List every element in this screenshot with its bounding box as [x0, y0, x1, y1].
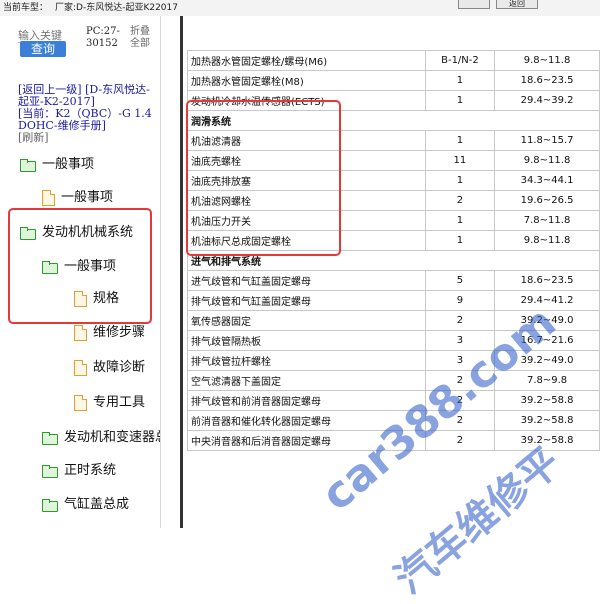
toolbar-button[interactable] — [458, 0, 490, 9]
table-row: 空气滤清器下盖固定 2 7.8~9.8 — [187, 370, 600, 391]
tree-item-label: 气缸盖总成 — [64, 497, 130, 512]
tree-item-general-doc[interactable]: 一般事项 — [42, 189, 113, 207]
torque-cell: 9.8~11.8 — [494, 50, 600, 71]
table-row: 加热器水管固定螺栓/螺母(M6) B-1/N-2 9.8~11.8 — [187, 50, 600, 71]
quantity-cell: 2 — [424, 310, 496, 331]
refresh-link[interactable]: [刷新] — [18, 131, 49, 144]
part-name-cell: 加热器水管固定螺栓/螺母(M6) — [187, 50, 426, 71]
quantity-cell: 5 — [424, 270, 496, 291]
quantity-cell: 2 — [424, 410, 496, 431]
highlight-box-sidebar — [8, 208, 152, 324]
torque-cell: 29.4~41.2 — [494, 290, 600, 311]
torque-cell: 16.7~21.6 — [494, 330, 600, 351]
top-bar: 当前车型： 厂家:D-东风悦达-起亚K22017 返回 — [0, 0, 600, 16]
model-label: 当前车型： — [3, 3, 49, 13]
document-icon — [74, 324, 87, 341]
tree-item-label: 正时系统 — [64, 463, 117, 478]
folder-icon — [42, 431, 58, 445]
tree-item-label: 发动机和变速器总成 — [64, 430, 160, 445]
pane-divider[interactable] — [180, 16, 183, 528]
torque-cell: 9.8~11.8 — [494, 150, 600, 171]
pc-code: PC:27-30152 — [86, 26, 120, 49]
quantity-cell: 1 — [424, 130, 496, 151]
tree-item-special-tools[interactable]: 专用工具 — [74, 394, 145, 412]
torque-cell: 18.6~23.5 — [494, 270, 600, 291]
highlight-box-lubrication — [186, 100, 341, 256]
table-row: 中央消音器和后消音器固定螺母 2 39.2~58.8 — [187, 430, 600, 451]
tree-item-cylinder-head[interactable]: 气缸盖总成 — [42, 496, 129, 514]
quantity-cell: 9 — [424, 290, 496, 311]
torque-cell: 29.4~39.2 — [494, 90, 600, 111]
tree-item-repair-procedures[interactable]: 维修步骤 — [74, 324, 145, 342]
table-row: 前消音器和催化转化器固定螺母 2 39.2~58.8 — [187, 410, 600, 431]
part-name-cell: 排气歧管拉杆螺栓 — [187, 350, 426, 371]
quantity-cell: 1 — [424, 90, 496, 111]
quantity-cell: 1 — [424, 230, 496, 251]
part-name-cell: 空气滤清器下盖固定 — [187, 370, 426, 391]
tree-item-label: 维修步骤 — [93, 325, 146, 340]
tree-item-label: 专用工具 — [93, 395, 146, 410]
table-row: 排气歧管和前消音器固定螺母 2 39.2~58.8 — [187, 390, 600, 411]
torque-cell: 39.2~58.8 — [494, 430, 600, 451]
table-row: 加热器水管固定螺栓(M8) 1 18.6~23.5 — [187, 70, 600, 91]
part-name-cell: 氧传感器固定 — [187, 310, 426, 331]
torque-cell: 9.8~11.8 — [494, 230, 600, 251]
document-icon — [74, 394, 87, 411]
part-name-cell: 前消音器和催化转化器固定螺母 — [187, 410, 426, 431]
quantity-cell: 2 — [424, 370, 496, 391]
torque-cell: 7.8~11.8 — [494, 210, 600, 231]
torque-cell: 39.2~58.8 — [494, 410, 600, 431]
torque-cell: 39.2~49.0 — [494, 350, 600, 371]
part-name-cell: 中央消音器和后消音器固定螺母 — [187, 430, 426, 451]
tree-item-timing-system[interactable]: 正时系统 — [42, 462, 116, 480]
current-link[interactable]: [当前：K2（QBC）-G 1.4 DOHC-维修手册] — [18, 107, 152, 132]
back-button[interactable]: 返回 — [496, 0, 538, 9]
tree-item-label: 一般事项 — [61, 190, 114, 205]
quantity-cell: B-1/N-2 — [424, 50, 496, 71]
tree-item-troubleshooting[interactable]: 故障诊断 — [74, 359, 145, 377]
search-button[interactable]: 查询 — [20, 41, 66, 57]
table-row: 氧传感器固定 2 39.2~49.0 — [187, 310, 600, 331]
part-name-cell: 排气歧管隔热板 — [187, 330, 426, 351]
part-name-cell: 排气歧管和气缸盖固定螺母 — [187, 290, 426, 311]
model-name: 厂家:D-东风悦达-起亚K22017 — [55, 3, 178, 13]
torque-cell: 18.6~23.5 — [494, 70, 600, 91]
folder-icon — [42, 464, 58, 478]
document-icon — [42, 189, 55, 206]
quantity-cell: 2 — [424, 390, 496, 411]
quantity-cell: 2 — [424, 190, 496, 211]
quantity-cell: 1 — [424, 170, 496, 191]
quantity-cell: 1 — [424, 210, 496, 231]
table-row: 进气歧管和气缸盖固定螺母 5 18.6~23.5 — [187, 270, 600, 291]
quantity-cell: 1 — [424, 70, 496, 91]
torque-cell: 34.3~44.1 — [494, 170, 600, 191]
tree-item-label: 一般事项 — [42, 157, 95, 172]
table-row: 排气歧管和气缸盖固定螺母 9 29.4~41.2 — [187, 290, 600, 311]
part-name-cell: 进气歧管和气缸盖固定螺母 — [187, 270, 426, 291]
tree-item-label: 故障诊断 — [93, 360, 146, 375]
torque-cell: 7.8~9.8 — [494, 370, 600, 391]
content-pane: 加热器水管固定螺栓/螺母(M6) B-1/N-2 9.8~11.8 加热器水管固定螺栓… — [184, 16, 600, 528]
sidebar: 查询 PC:27-30152 折叠全部 [返回上一级] [D-东风悦达-起亚-K… — [0, 16, 161, 528]
part-name-cell: 加热器水管固定螺栓(M8) — [187, 70, 426, 91]
torque-cell: 11.8~15.7 — [494, 130, 600, 151]
folder-icon — [20, 158, 36, 172]
table-row: 排气歧管拉杆螺栓 3 39.2~49.0 — [187, 350, 600, 371]
torque-cell: 39.2~58.8 — [494, 390, 600, 411]
quantity-cell: 11 — [424, 150, 496, 171]
tree-item-engine-transmission[interactable]: 发动机和变速器总成 — [42, 429, 160, 447]
torque-cell: 39.2~49.0 — [494, 310, 600, 331]
folder-icon — [42, 498, 58, 512]
part-name-cell: 排气歧管和前消音器固定螺母 — [187, 390, 426, 411]
quantity-cell: 2 — [424, 430, 496, 451]
breadcrumb: [返回上一级] [D-东风悦达-起亚-K2-2017] [当前：K2（QBC）-… — [18, 84, 158, 144]
collapse-all-button[interactable]: 折叠全部 — [130, 26, 156, 50]
quantity-cell: 3 — [424, 350, 496, 371]
tree-item-general[interactable]: 一般事项 — [20, 156, 94, 174]
document-icon — [74, 359, 87, 376]
quantity-cell: 3 — [424, 330, 496, 351]
table-row: 排气歧管隔热板 3 16.7~21.6 — [187, 330, 600, 351]
torque-cell: 19.6~26.5 — [494, 190, 600, 211]
